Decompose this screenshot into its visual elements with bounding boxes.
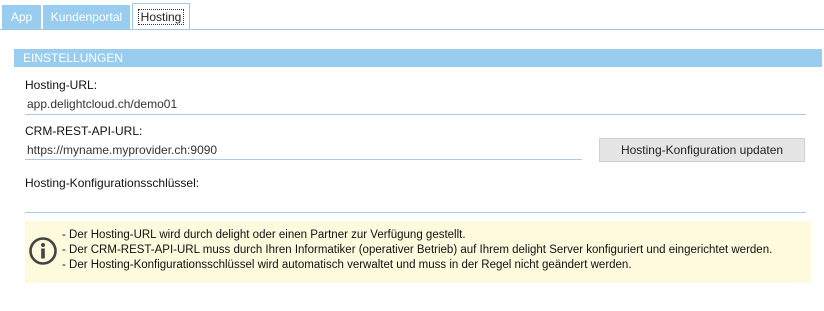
crm-url-label: CRM-REST-API-URL: — [25, 124, 143, 138]
config-key-underline — [25, 212, 806, 213]
hosting-url-field[interactable]: app.delightcloud.ch/demo01 — [27, 97, 177, 111]
update-hosting-config-button[interactable]: Hosting-Konfiguration updaten — [599, 138, 805, 162]
tab-kundenportal[interactable]: Kundenportal — [43, 5, 130, 29]
info-line: - Der Hosting-URL wird durch delight ode… — [62, 229, 466, 241]
crm-url-field[interactable]: https://myname.myprovider.ch:9090 — [27, 143, 217, 157]
info-icon — [29, 237, 57, 265]
tab-divider — [0, 29, 824, 30]
info-box: - Der Hosting-URL wird durch delight ode… — [25, 221, 811, 283]
config-key-label: Hosting-Konfigurationsschlüssel: — [25, 176, 200, 190]
info-text: - Der Hosting-URL wird durch delight ode… — [62, 228, 772, 273]
tab-bar: App Kundenportal Hosting — [0, 0, 824, 30]
info-line: - Der CRM-REST-API-URL muss durch Ihren … — [62, 244, 773, 256]
section-header-einstellungen: EINSTELLUNGEN — [14, 49, 822, 67]
tab-hosting[interactable]: Hosting — [132, 3, 190, 30]
config-key-field[interactable] — [27, 194, 806, 210]
crm-url-underline — [25, 159, 582, 160]
hosting-url-underline — [25, 114, 806, 115]
info-line: - Der Hosting-Konfigurationsschlüssel wi… — [62, 259, 632, 271]
tab-app[interactable]: App — [2, 5, 41, 29]
tab-hosting-label: Hosting — [137, 9, 185, 25]
hosting-url-label: Hosting-URL: — [25, 78, 98, 92]
